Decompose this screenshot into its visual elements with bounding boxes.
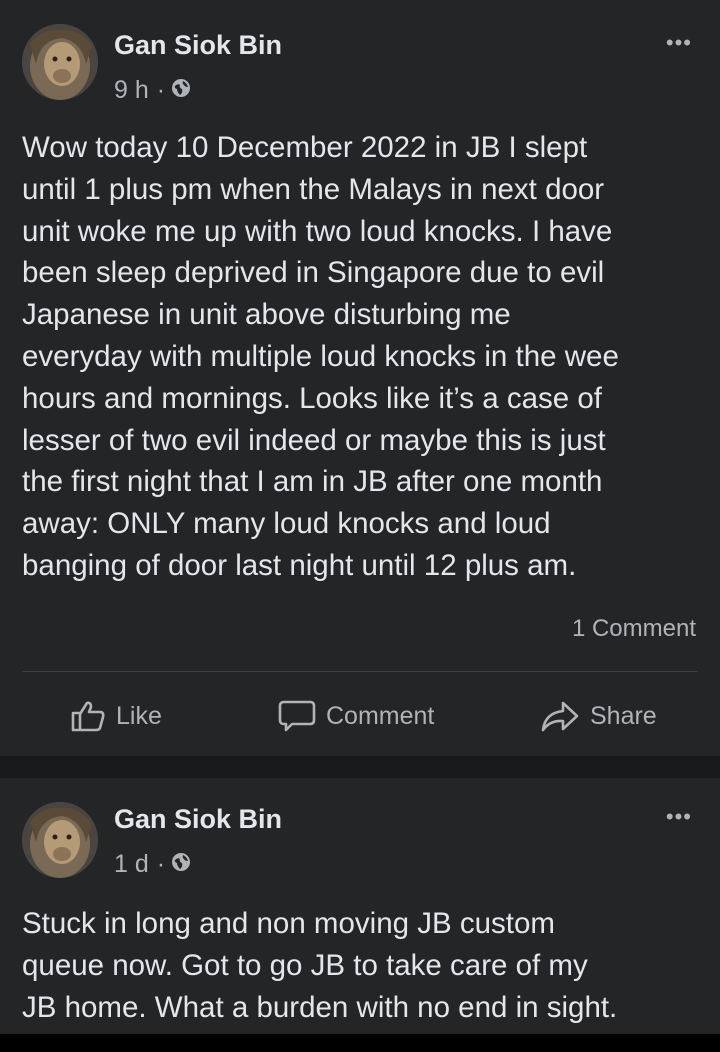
author-avatar[interactable] bbox=[22, 24, 98, 100]
divider bbox=[22, 671, 698, 672]
more-options-icon[interactable]: ••• bbox=[666, 30, 692, 56]
like-button[interactable]: Like bbox=[70, 696, 162, 736]
like-label: Like bbox=[116, 701, 162, 730]
post-text: Stuck in long and non moving JB custom q… bbox=[22, 907, 618, 1024]
comment-button[interactable]: Comment bbox=[278, 696, 434, 736]
post-timestamp[interactable]: 9 h bbox=[114, 76, 149, 105]
post-timestamp[interactable]: 1 d bbox=[114, 850, 149, 879]
post-card: Gan Siok Bin 9 h · ••• Wow today 10 Dece… bbox=[0, 0, 720, 756]
author-name[interactable]: Gan Siok Bin bbox=[114, 30, 282, 61]
meta-separator: · bbox=[156, 76, 166, 104]
share-button[interactable]: Share bbox=[540, 696, 657, 736]
author-name[interactable]: Gan Siok Bin bbox=[114, 804, 282, 835]
thumbs-up-icon bbox=[71, 701, 105, 732]
post-meta: 1 d · bbox=[114, 850, 191, 879]
meta-separator: · bbox=[156, 850, 166, 878]
comment-count[interactable]: 1 Comment bbox=[572, 615, 696, 643]
more-options-icon[interactable]: ••• bbox=[666, 804, 692, 830]
globe-icon bbox=[171, 850, 191, 879]
author-avatar[interactable] bbox=[22, 802, 98, 878]
speech-bubble-icon bbox=[278, 700, 316, 732]
share-arrow-icon bbox=[541, 701, 579, 732]
post-card: Gan Siok Bin 1 d · ••• Stuck in long and… bbox=[0, 778, 720, 1034]
post-meta: 9 h · bbox=[114, 76, 191, 105]
comment-label: Comment bbox=[326, 701, 435, 730]
bottom-edge bbox=[0, 1034, 720, 1052]
share-label: Share bbox=[590, 701, 657, 730]
post-text: Wow today 10 December 2022 in JB I slept… bbox=[22, 131, 619, 582]
globe-icon bbox=[171, 76, 191, 105]
